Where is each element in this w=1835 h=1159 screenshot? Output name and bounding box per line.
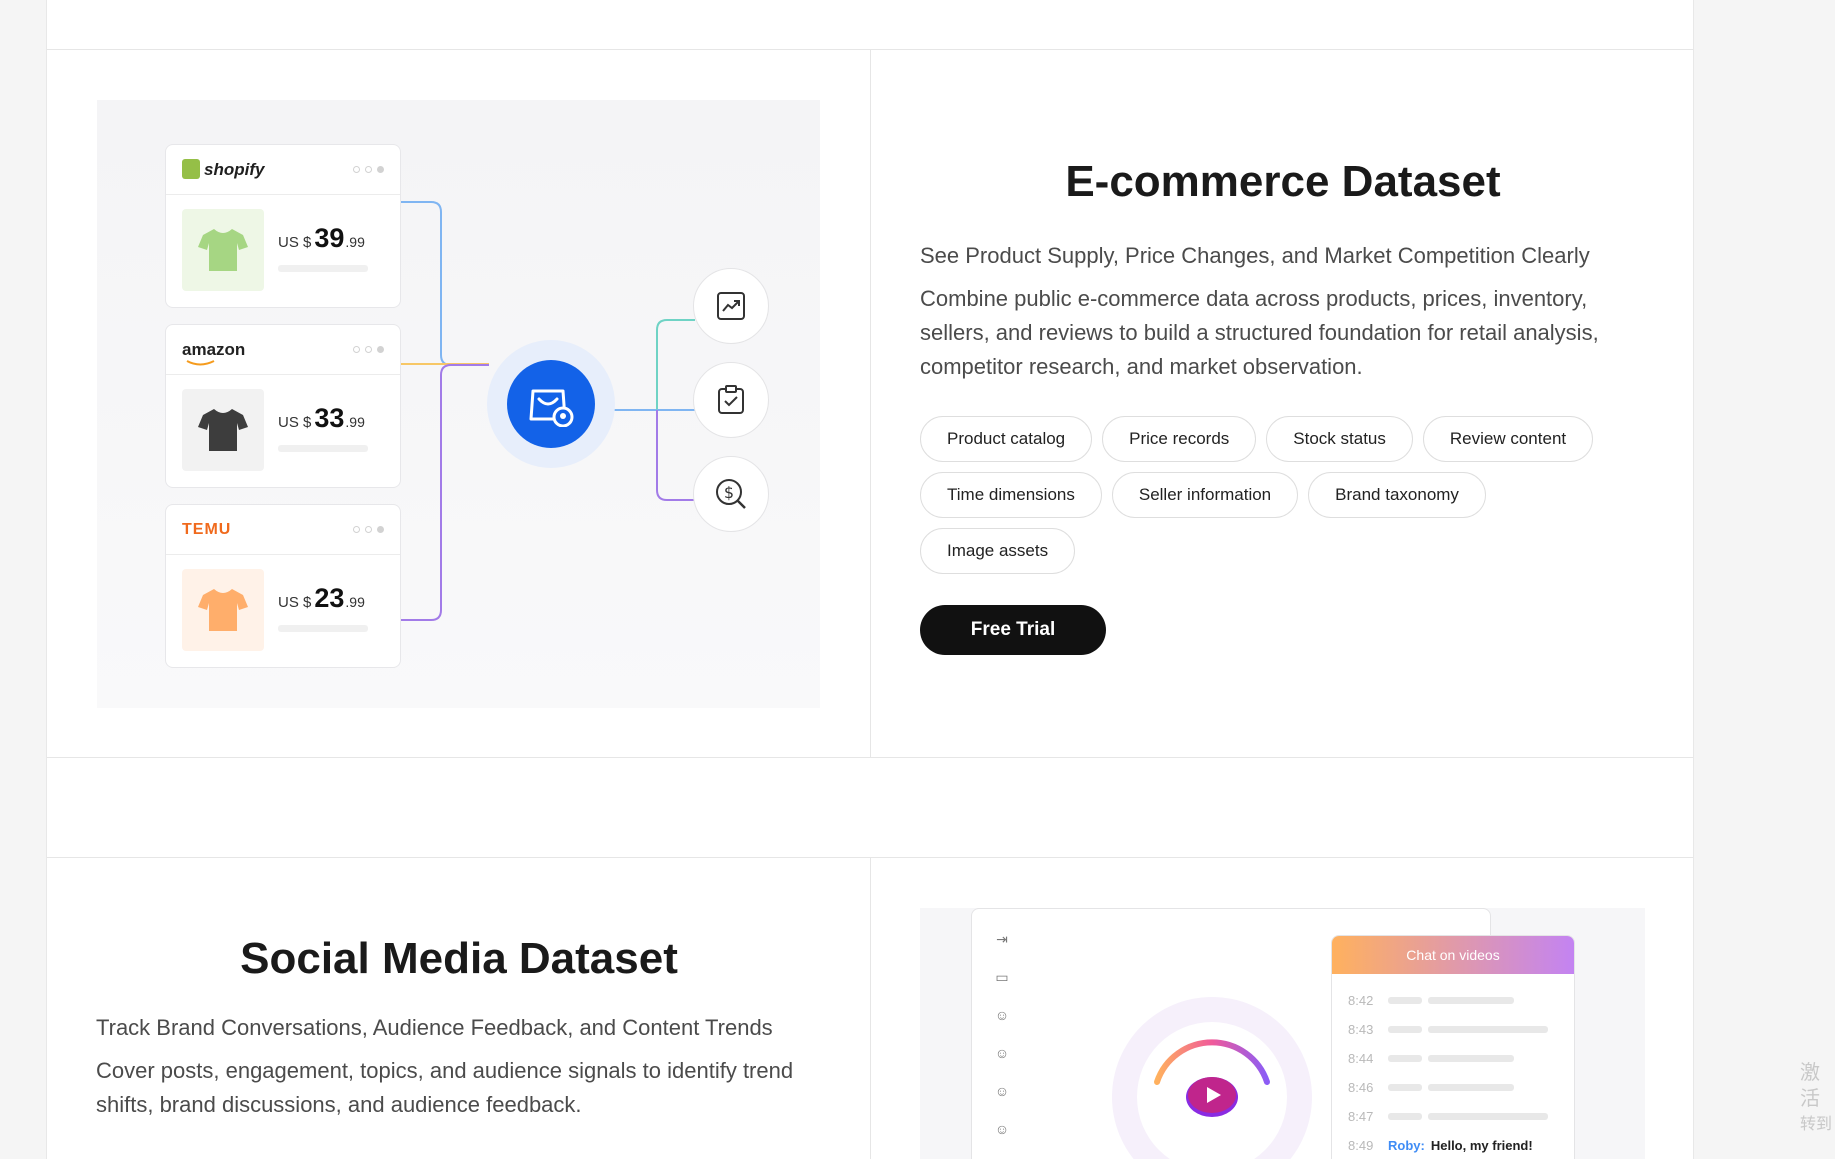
- social-subtitle: Track Brand Conversations, Audience Feed…: [96, 1015, 773, 1040]
- chat-row: 8:43: [1332, 1015, 1574, 1044]
- tag-time-dimensions[interactable]: Time dimensions: [920, 472, 1102, 518]
- ecommerce-title: E-commerce Dataset: [1065, 157, 1501, 206]
- dots-icon: [353, 346, 384, 353]
- tag-stock-status[interactable]: Stock status: [1266, 416, 1413, 462]
- dollar-search-icon: $: [693, 456, 769, 532]
- free-trial-button[interactable]: Free Trial: [920, 605, 1106, 655]
- chat-row-message: 8:49 Roby: Hello, my friend!: [1348, 1138, 1533, 1153]
- chat-row: 8:42: [1332, 986, 1574, 1015]
- store-card-shopify: shopify US $ 39 .99: [165, 144, 401, 308]
- chat-header: Chat on videos: [1332, 936, 1574, 974]
- chat-row: 8:44: [1332, 1044, 1574, 1073]
- price: US $ 39 .99: [278, 223, 365, 253]
- chat-row: 8:46: [1332, 1073, 1574, 1102]
- ecommerce-illustration: shopify US $ 39 .99 amazon US $ 33 .99 T…: [97, 100, 820, 708]
- divider: [870, 857, 871, 1159]
- tag-review-content[interactable]: Review content: [1422, 416, 1594, 462]
- svg-text:$: $: [724, 483, 734, 502]
- tag-brand-taxonomy[interactable]: Brand taxonomy: [1308, 472, 1486, 518]
- windows-activation-note: 激活 转到: [1800, 1062, 1833, 1133]
- logout-icon: ⇥: [996, 931, 1008, 947]
- user-icon: ☺: [994, 1007, 1010, 1023]
- tag-price-records[interactable]: Price records: [1102, 416, 1257, 462]
- dots-icon: [353, 166, 384, 173]
- user-icon: ☺: [994, 1045, 1010, 1061]
- tshirt-icon: [198, 229, 248, 271]
- tag-seller-information[interactable]: Seller information: [1111, 472, 1299, 518]
- ecommerce-description: Combine public e-commerce data across pr…: [920, 286, 1599, 379]
- store-card-temu: TEMU US $ 23 .99: [165, 504, 401, 668]
- chat-panel: Chat on videos 8:42 8:43 8:44 8:46 8:47: [1331, 935, 1575, 1159]
- divider: [870, 49, 871, 757]
- amazon-logo: amazon: [182, 339, 246, 359]
- shopping-bag-location-icon: [507, 360, 595, 448]
- chat-username: Roby:: [1388, 1138, 1425, 1153]
- store-card-amazon: amazon US $ 33 .99: [165, 324, 401, 488]
- social-illustration: ⇥ ▭ ☺ ☺ ☺ ☺ Chat on videos 8:42 8:43 8:4…: [920, 908, 1645, 1159]
- tshirt-image: [182, 389, 264, 471]
- user-icon: ☺: [994, 1083, 1010, 1099]
- shopify-logo: shopify: [182, 159, 264, 180]
- play-ring: [1112, 997, 1312, 1159]
- price: US $ 23 .99: [278, 583, 365, 613]
- hub-ring: [487, 340, 615, 468]
- tag-product-catalog[interactable]: Product catalog: [920, 416, 1093, 462]
- trend-chart-icon: [693, 268, 769, 344]
- chat-message: Hello, my friend!: [1430, 1138, 1533, 1153]
- ecommerce-subtitle: See Product Supply, Price Changes, and M…: [920, 243, 1590, 268]
- placeholder-bar: [278, 445, 368, 452]
- video-icon: ▭: [995, 969, 1009, 985]
- tshirt-image: [182, 209, 264, 291]
- temu-logo: TEMU: [182, 520, 232, 538]
- tshirt-icon: [198, 409, 248, 451]
- divider: [47, 757, 1693, 758]
- user-icon: ☺: [994, 1121, 1010, 1137]
- tshirt-image: [182, 569, 264, 651]
- amazon-smile-icon: [186, 360, 215, 366]
- chat-row: 8:47: [1332, 1102, 1574, 1131]
- social-title: Social Media Dataset: [240, 934, 678, 983]
- placeholder-bar: [278, 625, 368, 632]
- placeholder-bar: [278, 265, 368, 272]
- dots-icon: [353, 526, 384, 533]
- sidebar-icons: ⇥ ▭ ☺ ☺ ☺ ☺: [994, 931, 1010, 1137]
- social-description: Cover posts, engagement, topics, and aud…: [96, 1058, 794, 1117]
- clipboard-check-icon: [693, 362, 769, 438]
- play-button-frame: [1137, 1022, 1287, 1159]
- price: US $ 33 .99: [278, 403, 365, 433]
- tshirt-icon: [198, 589, 248, 631]
- ecommerce-tags: Product catalog Price records Stock stat…: [920, 416, 1640, 574]
- tag-image-assets[interactable]: Image assets: [920, 528, 1076, 574]
- page-content: shopify US $ 39 .99 amazon US $ 33 .99 T…: [46, 0, 1694, 1159]
